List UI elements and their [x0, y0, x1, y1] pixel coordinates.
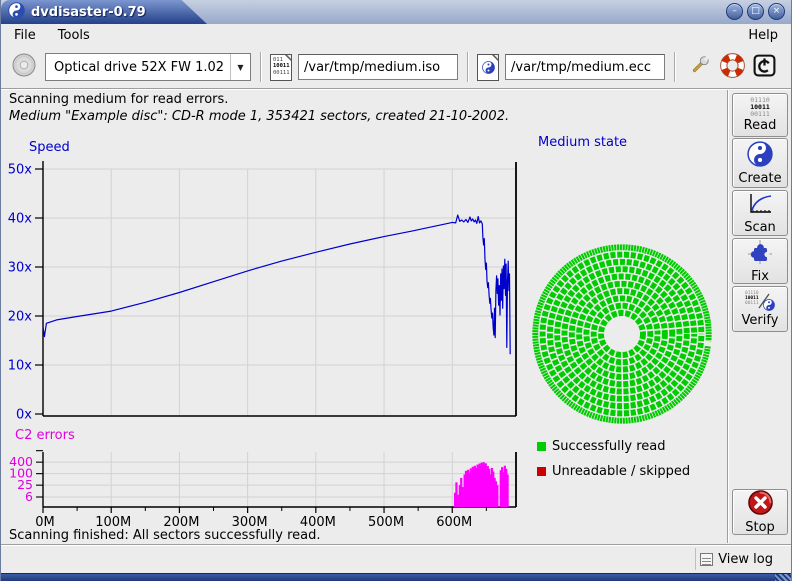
verify-compare-icon: 01110 10011 00111 — [745, 291, 775, 313]
mini-chart-icon — [747, 192, 773, 220]
c2-chart-title: C2 errors — [15, 428, 75, 443]
toolbar-separator — [674, 52, 675, 82]
main-content: SpeedC2 errors0x10x20x30x40x50x625100400… — [1, 135, 727, 543]
status-line-2: Medium "Example disc": CD-R mode 1, 3534… — [9, 109, 509, 124]
log-list-icon — [700, 553, 713, 566]
stop-button-label: Stop — [745, 520, 775, 535]
action-panel: 01110 10011 00111 Read Create Scan Fix 0… — [727, 90, 791, 543]
legend-label: Successfully read — [552, 439, 665, 454]
quit-button[interactable] — [750, 53, 778, 81]
iso-file-icon: 011 10011 00111 — [270, 54, 292, 81]
help-button[interactable] — [718, 53, 746, 81]
lifebuoy-icon — [720, 53, 745, 82]
view-log-label: View log — [718, 552, 773, 567]
svg-text:600M: 600M — [436, 515, 472, 530]
drive-selector-value: Optical drive 52X FW 1.02 — [46, 60, 230, 75]
minimize-button[interactable]: – — [726, 3, 743, 20]
yin-yang-icon — [747, 141, 773, 171]
svg-text:20x: 20x — [8, 310, 33, 325]
legend-red-swatch — [537, 467, 546, 476]
svg-text:10x: 10x — [8, 359, 33, 374]
svg-text:40x: 40x — [8, 212, 33, 227]
app-logo-yinyang-icon — [8, 2, 25, 23]
scan-button-label: Scan — [744, 220, 776, 235]
legend: Successfully read Unreadable / skipped — [537, 437, 690, 487]
read-button-label: Read — [744, 118, 777, 133]
yin-yang-icon — [482, 61, 495, 78]
chevron-down-icon[interactable]: ▼ — [230, 54, 250, 80]
power-icon — [752, 53, 777, 82]
legend-item-success: Successfully read — [537, 437, 690, 455]
preferences-button[interactable] — [686, 53, 714, 81]
toolbar-separator — [467, 52, 468, 82]
svg-text:50x: 50x — [8, 163, 33, 178]
iso-icon-line: 00111 — [273, 70, 290, 77]
menubar: File Tools Help — [2, 24, 790, 46]
iso-icon-line: 10011 — [273, 63, 290, 70]
titlebar-tab: dvdisaster-0.79 — [1, 0, 173, 24]
stop-x-icon — [747, 489, 774, 520]
window-title: dvdisaster-0.79 — [31, 5, 146, 20]
legend-item-unreadable: Unreadable / skipped — [537, 462, 690, 480]
svg-text:500M: 500M — [368, 515, 404, 530]
stop-button[interactable]: Stop — [732, 489, 788, 535]
app-window: dvdisaster-0.79 – □ × File Tools Help Op… — [0, 0, 792, 581]
status-area: Scanning medium for read errors. Medium … — [1, 90, 727, 135]
titlebar-tab-tail — [173, 0, 207, 24]
ecc-file-icon — [477, 54, 499, 81]
drive-selector[interactable]: Optical drive 52X FW 1.02 ▼ — [45, 53, 251, 81]
scan-result-text: Scanning finished: All sectors successfu… — [9, 528, 321, 543]
speed-chart-title: Speed — [29, 140, 70, 155]
binary-sectors-icon: 01110 10011 00111 — [750, 97, 770, 118]
svg-text:30x: 30x — [8, 261, 33, 276]
resize-grip[interactable] — [775, 574, 791, 581]
verify-button-label: Verify — [742, 313, 779, 328]
create-button-label: Create — [738, 171, 781, 186]
read-button[interactable]: 01110 10011 00111 Read — [732, 93, 788, 137]
window-bottom-edge — [1, 573, 791, 581]
maximize-button[interactable]: □ — [747, 3, 764, 20]
toolbar-separator — [260, 52, 261, 82]
drive-info-button[interactable] — [9, 52, 39, 82]
wrench-icon — [688, 53, 712, 81]
scan-button[interactable]: Scan — [732, 190, 788, 236]
ecc-path-input[interactable]: /var/tmp/medium.ecc — [505, 54, 665, 80]
iso-path-input[interactable]: /var/tmp/medium.iso — [298, 54, 458, 80]
legend-label: Unreadable / skipped — [552, 464, 690, 479]
verify-button[interactable]: 01110 10011 00111 Verify — [732, 286, 788, 332]
fix-button[interactable]: Fix — [732, 238, 788, 284]
menu-help[interactable]: Help — [746, 27, 780, 44]
create-button[interactable]: Create — [732, 138, 788, 188]
svg-text:0x: 0x — [16, 408, 32, 423]
footer-bar: View log — [1, 544, 791, 573]
status-line-1: Scanning medium for read errors. — [9, 92, 228, 107]
cd-disc-icon — [11, 52, 37, 82]
medium-state-title: Medium state — [538, 135, 627, 150]
menu-tools[interactable]: Tools — [56, 27, 92, 44]
view-log-button[interactable]: View log — [695, 548, 777, 570]
puzzle-piece-icon — [747, 239, 773, 269]
toolbar: Optical drive 52X FW 1.02 ▼ 011 10011 00… — [1, 46, 791, 89]
disc-sector-map — [531, 243, 713, 425]
legend-green-swatch — [537, 442, 546, 451]
medium-state-panel: Medium state Successfully read Unreadabl… — [531, 135, 727, 543]
speed-and-c2-charts: SpeedC2 errors0x10x20x30x40x50x625100400… — [1, 135, 531, 539]
close-button[interactable]: × — [768, 3, 785, 20]
titlebar[interactable]: dvdisaster-0.79 – □ × — [1, 0, 791, 24]
fix-button-label: Fix — [751, 269, 769, 284]
menu-file[interactable]: File — [12, 27, 38, 44]
svg-text:400: 400 — [9, 454, 33, 469]
